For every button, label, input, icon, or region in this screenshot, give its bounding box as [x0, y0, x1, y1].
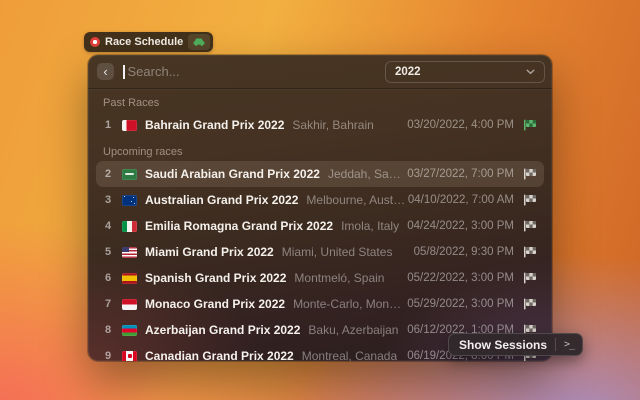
race-location: Montreal, Canada	[302, 349, 397, 361]
race-list-item[interactable]: 5 Miami Grand Prix 2022 Miami, United St…	[96, 239, 544, 265]
raycast-logo-icon	[90, 37, 100, 47]
race-index: 4	[103, 220, 113, 232]
shortcut-hint: >_	[556, 339, 582, 350]
checkered-flag-icon	[523, 119, 537, 131]
race-index: 8	[103, 324, 113, 336]
search-bar: ‹ 2022	[88, 55, 552, 89]
race-title: Emilia Romagna Grand Prix 2022	[145, 219, 333, 233]
launcher-window: ‹ 2022 Past Races 1 Bahrain Grand Prix 2…	[88, 55, 552, 361]
flag-detail	[125, 173, 133, 175]
race-list-item[interactable]: 1 Bahrain Grand Prix 2022 Sakhir, Bahrai…	[96, 112, 544, 138]
race-title: Miami Grand Prix 2022	[145, 245, 274, 259]
race-datetime: 04/24/2022, 3:00 PM	[407, 220, 514, 232]
text-caret	[123, 65, 125, 79]
race-title: Spanish Grand Prix 2022	[145, 271, 286, 285]
race-title: Azerbaijan Grand Prix 2022	[145, 323, 300, 337]
country-flag-icon	[122, 351, 137, 362]
extension-tag-label: Race Schedule	[105, 36, 183, 48]
country-flag-icon	[122, 120, 137, 131]
race-location: Montmeló, Spain	[294, 271, 384, 285]
country-flag-icon	[122, 273, 137, 284]
country-flag-icon	[122, 221, 137, 232]
car-chip	[188, 34, 210, 50]
race-list-item[interactable]: 6 Spanish Grand Prix 2022 Montmeló, Spai…	[96, 265, 544, 291]
checkered-flag-icon	[523, 168, 537, 180]
race-list-item[interactable]: 3 Australian Grand Prix 2022 Melbourne, …	[96, 187, 544, 213]
search-field-wrap	[123, 64, 385, 79]
section-header: Upcoming races	[96, 138, 544, 161]
year-dropdown-value: 2022	[395, 66, 421, 78]
screen: Race Schedule ‹ 2022 Past Races 1 Bahrai…	[0, 0, 640, 400]
chevron-left-icon: ‹	[103, 65, 107, 78]
year-dropdown[interactable]: 2022	[385, 61, 545, 83]
race-index: 7	[103, 298, 113, 310]
race-title: Monaco Grand Prix 2022	[145, 297, 285, 311]
car-icon	[192, 37, 206, 47]
country-flag-icon	[122, 325, 137, 336]
race-index: 3	[103, 194, 113, 206]
show-sessions-label: Show Sessions	[459, 338, 547, 352]
section-header: Past Races	[96, 89, 544, 112]
chevron-down-icon	[526, 69, 535, 75]
race-location: Baku, Azerbaijan	[308, 323, 398, 337]
race-location: Monte-Carlo, Monaco	[293, 297, 407, 311]
flag-detail	[122, 247, 129, 253]
race-location: Miami, United States	[282, 245, 393, 259]
race-datetime: 05/22/2022, 3:00 PM	[407, 272, 514, 284]
race-title: Australian Grand Prix 2022	[145, 193, 298, 207]
race-title: Bahrain Grand Prix 2022	[145, 118, 284, 132]
country-flag-icon	[122, 195, 137, 206]
race-datetime: 05/8/2022, 9:30 PM	[414, 246, 514, 258]
race-list[interactable]: Past Races 1 Bahrain Grand Prix 2022 Sak…	[88, 89, 552, 361]
checkered-flag-icon	[523, 194, 537, 206]
race-datetime: 04/10/2022, 7:00 AM	[408, 194, 514, 206]
race-datetime: 03/27/2022, 7:00 PM	[407, 168, 514, 180]
race-location: Sakhir, Bahrain	[292, 118, 373, 132]
race-index: 6	[103, 272, 113, 284]
race-index: 9	[103, 350, 113, 361]
flag-detail	[133, 197, 135, 199]
country-flag-icon	[122, 169, 137, 180]
race-list-item[interactable]: 4 Emilia Romagna Grand Prix 2022 Imola, …	[96, 213, 544, 239]
country-flag-icon	[122, 299, 137, 310]
race-list-item[interactable]: 2 Saudi Arabian Grand Prix 2022 Jeddah, …	[96, 161, 544, 187]
race-datetime: 05/29/2022, 3:00 PM	[407, 298, 514, 310]
race-location: Imola, Italy	[341, 219, 399, 233]
checkered-flag-icon	[523, 298, 537, 310]
race-location: Jeddah, Saudi Arabia	[328, 167, 407, 181]
search-input[interactable]	[126, 64, 386, 79]
race-list-item[interactable]: 7 Monaco Grand Prix 2022 Monte-Carlo, Mo…	[96, 291, 544, 317]
race-index: 2	[103, 168, 113, 180]
checkered-flag-icon	[523, 272, 537, 284]
back-button[interactable]: ‹	[97, 63, 114, 80]
show-sessions-tooltip[interactable]: Show Sessions >_	[448, 333, 583, 356]
race-index: 5	[103, 246, 113, 258]
checkered-flag-icon	[523, 220, 537, 232]
race-location: Melbourne, Australia	[306, 193, 407, 207]
race-index: 1	[103, 119, 113, 131]
flag-detail	[128, 354, 132, 358]
race-datetime: 03/20/2022, 4:00 PM	[407, 119, 514, 131]
checkered-flag-icon	[523, 246, 537, 258]
race-title: Canadian Grand Prix 2022	[145, 349, 294, 361]
country-flag-icon	[122, 247, 137, 258]
race-title: Saudi Arabian Grand Prix 2022	[145, 167, 320, 181]
extension-tag[interactable]: Race Schedule	[84, 32, 213, 52]
